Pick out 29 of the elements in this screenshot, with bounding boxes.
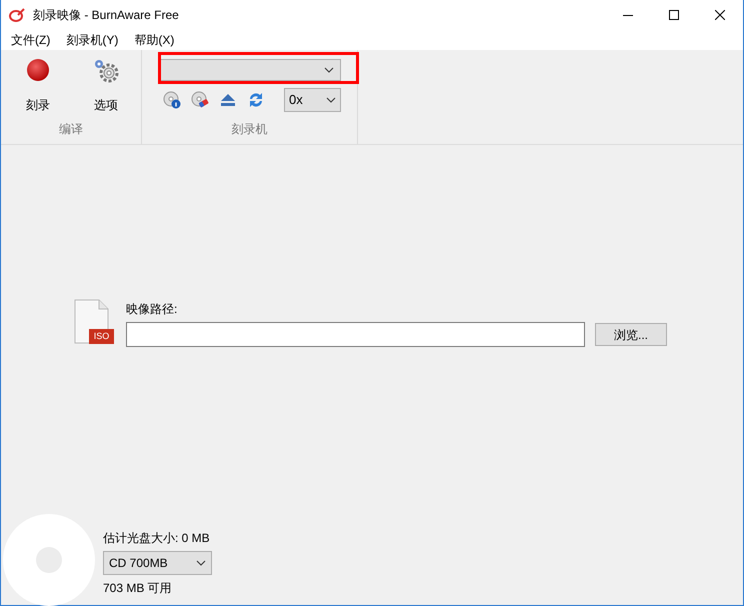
speed-dropdown[interactable]: 0x xyxy=(284,88,341,112)
image-path-field[interactable] xyxy=(126,322,585,347)
browse-button[interactable]: 浏览... xyxy=(595,323,667,346)
menu-item[interactable]: 刻录机(Y) xyxy=(60,31,124,49)
chevron-icon xyxy=(326,97,336,103)
chevron-icon xyxy=(324,67,334,73)
record-icon xyxy=(26,58,50,82)
size-estimate: 估计光盘大小: 0 MB xyxy=(103,530,211,547)
minimize-icon xyxy=(623,14,633,16)
app-icon xyxy=(9,8,25,22)
menu-item[interactable]: 文件(Z) xyxy=(5,31,56,49)
maximize-icon xyxy=(669,10,679,20)
menu-item[interactable]: 帮助(X) xyxy=(128,31,180,49)
options-button[interactable]: 选项 xyxy=(81,58,131,114)
disc-info-icon[interactable] xyxy=(163,91,181,109)
window-title: 刻录映像 - BurnAware Free xyxy=(33,7,179,24)
disc-eraser-icon[interactable] xyxy=(191,91,209,109)
eject-icon[interactable] xyxy=(220,93,236,107)
free-space: 703 MB 可用 xyxy=(103,580,173,597)
media-dropdown[interactable]: CD 700MB xyxy=(103,551,212,575)
group-label: 编译 xyxy=(59,121,83,138)
field-label: 映像路径: xyxy=(126,301,178,318)
group-label: 刻录机 xyxy=(232,121,268,138)
refresh-icon[interactable] xyxy=(247,91,265,109)
close-icon xyxy=(715,10,725,20)
gear-icon xyxy=(92,58,120,84)
file-type-badge: ISO xyxy=(89,329,114,344)
chevron-icon xyxy=(196,560,206,566)
burn-button[interactable]: 刻录 xyxy=(13,58,63,114)
